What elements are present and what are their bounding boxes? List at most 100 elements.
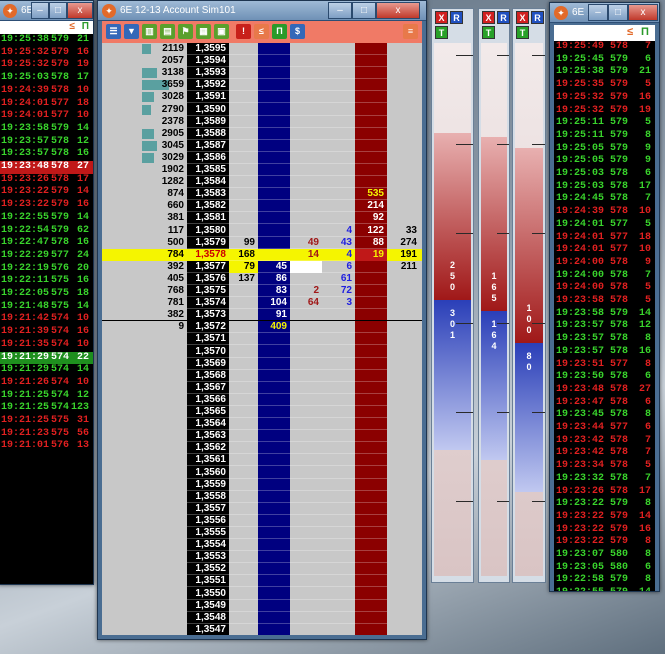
- right-tape-titlebar[interactable]: ✦ 6E ... – □ x: [550, 3, 659, 23]
- ladder-row[interactable]: 1,3569: [102, 358, 422, 370]
- ladder-row[interactable]: 1,3558: [102, 491, 422, 503]
- table-icon[interactable]: ▣: [214, 24, 229, 39]
- ladder-row[interactable]: 2119 1,3595: [102, 43, 422, 56]
- ruler-icon[interactable]: Π: [641, 26, 649, 38]
- ladder-row[interactable]: 1,3561: [102, 454, 422, 467]
- ladder-row[interactable]: 1,3564: [102, 418, 422, 431]
- ladder-row[interactable]: 1902 1,3585: [102, 164, 422, 177]
- ladder-row[interactable]: 1,3566: [102, 394, 422, 406]
- ladder-row[interactable]: 500 1,3579 99 49 43 88 274: [102, 237, 422, 249]
- close-button[interactable]: x: [67, 2, 93, 19]
- ladder-row[interactable]: 3138 1,3593: [102, 67, 422, 80]
- bid-size-cell[interactable]: 45: [258, 261, 290, 273]
- ladder-row[interactable]: 1,3554: [102, 539, 422, 552]
- ladder-row[interactable]: 1,3570: [102, 346, 422, 358]
- minimize-button[interactable]: –: [588, 4, 608, 21]
- tape-size: 5: [644, 218, 651, 230]
- ladder-row[interactable]: 1,3563: [102, 430, 422, 443]
- reset-gauge-button[interactable]: R: [531, 11, 544, 24]
- ladder-row[interactable]: 3659 1,3592: [102, 79, 422, 92]
- ask-size-cell[interactable]: 19: [355, 248, 387, 261]
- ladder-row[interactable]: 1,3559: [102, 479, 422, 491]
- ladder-row[interactable]: 1,3562: [102, 442, 422, 455]
- ladder-row[interactable]: 9 1,3572 409: [102, 321, 422, 334]
- chart-icon[interactable]: ▤: [160, 24, 175, 39]
- close-button[interactable]: x: [376, 2, 420, 19]
- ask-size-cell[interactable]: 88: [355, 237, 387, 249]
- menu-icon[interactable]: ≡: [403, 24, 418, 39]
- ladder-row[interactable]: 1,3551: [102, 575, 422, 588]
- ladder-row[interactable]: 781 1,3574 104 64 3: [102, 297, 422, 310]
- ladder-row[interactable]: 1,3571: [102, 333, 422, 346]
- ladder-row[interactable]: 1,3550: [102, 588, 422, 600]
- filter-icon[interactable]: ▼: [124, 24, 139, 39]
- ladder-row[interactable]: 1,3553: [102, 551, 422, 564]
- ladder-row[interactable]: 3029 1,3586: [102, 152, 422, 164]
- ladder-row[interactable]: 784 1,3578 168 14 4 19 191: [102, 248, 422, 261]
- ladder-row[interactable]: 1,3555: [102, 527, 422, 540]
- ladder-row[interactable]: 381 1,3581 92: [102, 212, 422, 225]
- ladder-row[interactable]: 3028 1,3591: [102, 91, 422, 104]
- alert-icon[interactable]: !: [236, 24, 251, 39]
- ladder-row[interactable]: 874 1,3583 535: [102, 188, 422, 201]
- lang-icon[interactable]: ≤: [70, 21, 76, 32]
- ladder-row[interactable]: 1,3552: [102, 563, 422, 576]
- ruler-icon[interactable]: Π: [82, 21, 89, 32]
- flag-icon[interactable]: ⚑: [178, 24, 193, 39]
- ladder-row[interactable]: 660 1,3582 214: [102, 200, 422, 213]
- price-ladder-grid[interactable]: 2119 1,3595 2057 1,3594 3138 1,3593 3659 1,3592…: [102, 43, 422, 635]
- maximize-button[interactable]: □: [352, 2, 376, 19]
- ladder-row[interactable]: 2905 1,3588: [102, 128, 422, 140]
- gauge-settings-button[interactable]: T: [435, 26, 448, 39]
- ladder-row[interactable]: 1,3567: [102, 382, 422, 394]
- bid-size-cell[interactable]: 83: [258, 285, 290, 297]
- bid-size-cell[interactable]: 86: [258, 273, 290, 285]
- bid-size-cell[interactable]: 409: [258, 321, 290, 333]
- maximize-button[interactable]: □: [49, 2, 67, 19]
- close-gauge-button[interactable]: X: [482, 11, 495, 24]
- minimize-button[interactable]: –: [328, 2, 352, 19]
- lang-icon[interactable]: ≤: [627, 26, 633, 38]
- dollar-icon[interactable]: $: [290, 24, 305, 39]
- ladder-row[interactable]: 1,3560: [102, 467, 422, 479]
- ladder-row[interactable]: 1,3549: [102, 600, 422, 612]
- ladder-row[interactable]: 117 1,3580 4 122 33: [102, 225, 422, 237]
- ladder-row[interactable]: 1,3556: [102, 515, 422, 527]
- ladder-row[interactable]: 405 1,3576 137 86 61: [102, 273, 422, 285]
- list-icon[interactable]: ☰: [106, 24, 121, 39]
- reset-gauge-button[interactable]: R: [450, 11, 463, 24]
- ladder-row[interactable]: 2057 1,3594: [102, 55, 422, 68]
- close-gauge-button[interactable]: X: [516, 11, 529, 24]
- maximize-button[interactable]: □: [608, 4, 628, 21]
- gauge-settings-button[interactable]: T: [516, 26, 529, 39]
- tape-time: 19:25:05: [556, 142, 605, 154]
- ladder-row[interactable]: 392 1,3577 79 45 6 211: [102, 260, 422, 273]
- close-gauge-button[interactable]: X: [435, 11, 448, 24]
- bars-icon[interactable]: ▥: [142, 24, 157, 39]
- price-cell: 1,3547: [195, 623, 226, 635]
- ask-size-cell[interactable]: 535: [355, 188, 387, 200]
- close-button[interactable]: x: [628, 4, 658, 21]
- ladder-titlebar[interactable]: ✦ 6E 12-13 Account Sim101 – □ x: [98, 1, 426, 21]
- ladder-row[interactable]: 3045 1,3587: [102, 140, 422, 152]
- ladder-row[interactable]: 768 1,3575 83 2 72: [102, 285, 422, 298]
- ladder-row[interactable]: 1,3565: [102, 406, 422, 419]
- ladder-row[interactable]: 1,3548: [102, 612, 422, 624]
- lang-icon[interactable]: ≤: [254, 24, 269, 39]
- grid-icon[interactable]: ▦: [196, 24, 211, 39]
- gauge-settings-button[interactable]: T: [482, 26, 495, 39]
- left-tape-titlebar[interactable]: ✦ 6E ... – □ x: [0, 1, 93, 21]
- ask-size-cell[interactable]: 214: [355, 200, 387, 212]
- ladder-row[interactable]: 2790 1,3590: [102, 104, 422, 116]
- reset-gauge-button[interactable]: R: [497, 11, 510, 24]
- ladder-row[interactable]: 1,3557: [102, 503, 422, 515]
- bid-size-cell[interactable]: 104: [258, 297, 290, 309]
- ask-size-cell[interactable]: 92: [355, 212, 387, 224]
- ladder-row[interactable]: 1282 1,3584: [102, 176, 422, 189]
- ask-size-cell[interactable]: 122: [355, 225, 387, 237]
- minimize-button[interactable]: –: [31, 2, 49, 19]
- ruler-icon[interactable]: Π: [272, 24, 287, 39]
- ladder-row[interactable]: 2378 1,3589: [102, 116, 422, 128]
- ladder-row[interactable]: 1,3568: [102, 370, 422, 382]
- ladder-row[interactable]: 1,3547: [102, 624, 422, 635]
